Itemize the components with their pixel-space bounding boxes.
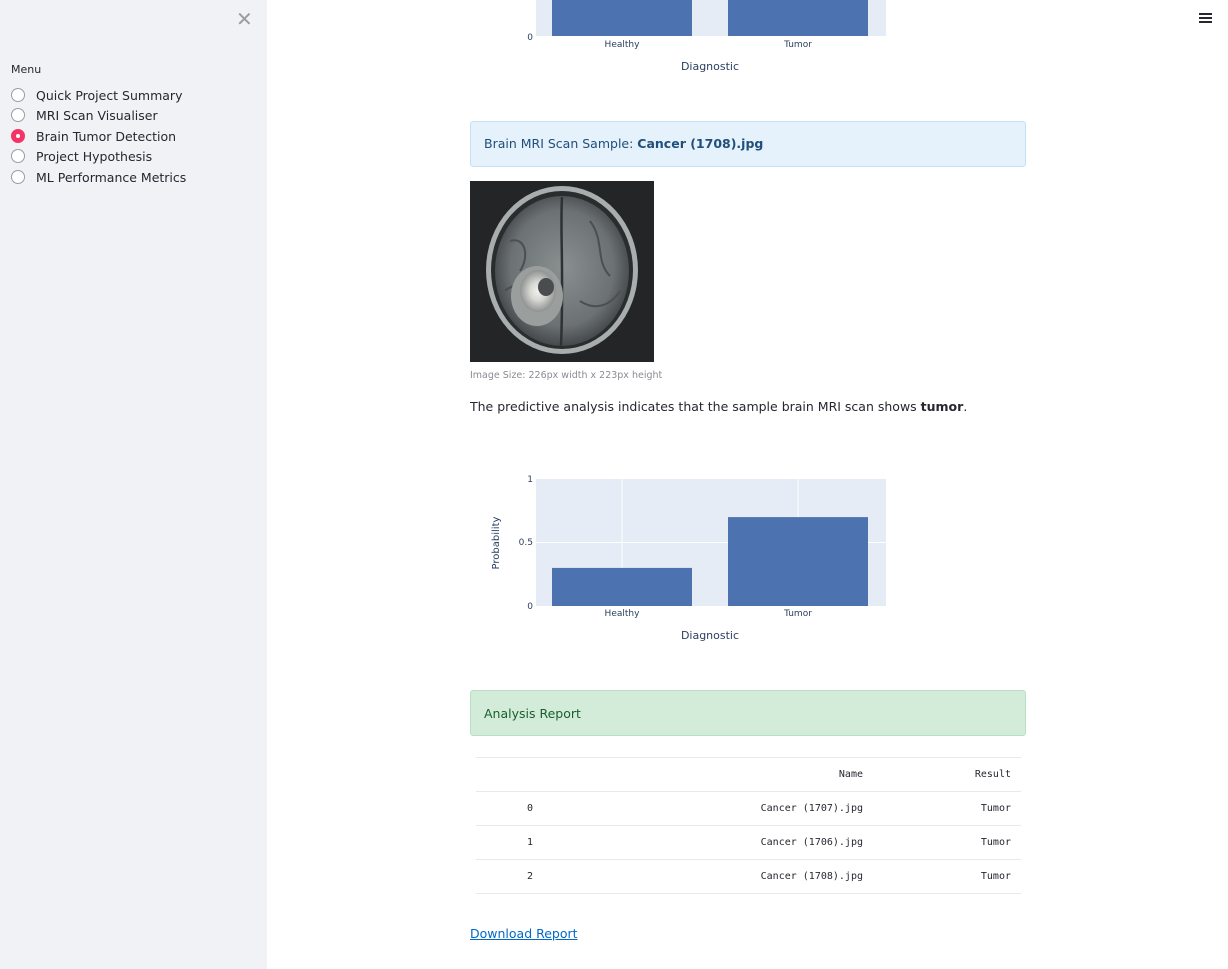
prediction-sentence: The predictive analysis indicates that t… [470, 399, 921, 414]
table-row: 0 Cancer (1707).jpg Tumor [476, 791, 1021, 826]
x-tick-label: Healthy [605, 609, 641, 619]
y-axis-title: Probability [491, 516, 502, 569]
column-header-name[interactable]: Name [585, 757, 863, 792]
prediction-value: tumor [920, 399, 964, 414]
radio-label: Project Hypothesis [36, 148, 153, 164]
probability-chart-partial: 0 Healthy Tumor Diagnostic [527, 0, 886, 73]
radio-circle-icon[interactable] [11, 149, 25, 163]
y-tick-label: 1 [527, 475, 533, 485]
image-caption: Image Size: 226px width x 223px height [470, 370, 663, 381]
table-row: 2 Cancer (1708).jpg Tumor [476, 859, 1021, 894]
x-tick-label: Tumor [783, 609, 812, 619]
radio-brain-tumor-detection[interactable]: Brain Tumor Detection [11, 127, 176, 145]
sidebar: ✕ Menu Quick Project Summary MRI Scan Vi… [0, 0, 267, 969]
cell-name: Cancer (1708).jpg [585, 859, 863, 894]
radio-project-hypothesis[interactable]: Project Hypothesis [11, 147, 152, 165]
radio-quick-project-summary[interactable]: Quick Project Summary [11, 86, 182, 104]
bar-tumor[interactable] [728, 0, 868, 36]
cell-result: Tumor [863, 791, 1021, 826]
row-index: 2 [476, 859, 585, 894]
radio-mri-scan-visualiser[interactable]: MRI Scan Visualiser [11, 106, 158, 124]
radio-circle-icon[interactable] [11, 88, 25, 102]
radio-label: ML Performance Metrics [36, 169, 187, 185]
sample-filename: Cancer (1708).jpg [637, 136, 764, 151]
sample-info-box: Brain MRI Scan Sample: Cancer (1708).jpg [470, 121, 1026, 167]
prediction-suffix: . [963, 399, 968, 414]
hamburger-menu-icon[interactable] [1199, 13, 1212, 24]
mri-scan-image [470, 181, 654, 362]
prediction-text: The predictive analysis indicates that t… [470, 399, 967, 414]
row-index: 1 [476, 825, 585, 860]
analysis-report-box: Analysis Report [470, 690, 1026, 736]
radio-label: MRI Scan Visualiser [36, 107, 158, 123]
column-header-result[interactable]: Result [863, 757, 1021, 792]
column-header[interactable] [476, 757, 585, 792]
bar-healthy[interactable] [552, 567, 692, 606]
download-report-link[interactable]: Download Report [470, 926, 578, 941]
radio-label: Quick Project Summary [36, 87, 183, 103]
probability-chart: 1 0.5 0 Healthy Tumor Diagnostic Probabi… [491, 475, 886, 642]
bar-tumor[interactable] [728, 517, 868, 606]
y-tick-label: 0.5 [519, 538, 533, 548]
cell-name: Cancer (1706).jpg [585, 825, 863, 860]
radio-label: Brain Tumor Detection [36, 128, 177, 144]
x-tick-label: Healthy [605, 40, 641, 50]
x-tick-label: Tumor [783, 40, 812, 50]
menu-label: Menu [11, 63, 42, 76]
x-axis-title: Diagnostic [681, 60, 739, 73]
y-tick-label: 0 [527, 602, 533, 612]
sample-prefix: Brain MRI Scan Sample: [484, 136, 638, 151]
cell-result: Tumor [863, 825, 1021, 860]
close-sidebar-icon[interactable]: ✕ [236, 9, 253, 29]
table-row: 1 Cancer (1706).jpg Tumor [476, 825, 1021, 860]
table-header-row: Name Result [476, 757, 1021, 792]
radio-circle-icon[interactable] [11, 170, 25, 184]
radio-circle-icon[interactable] [11, 108, 25, 122]
cell-result: Tumor [863, 859, 1021, 894]
cell-name: Cancer (1707).jpg [585, 791, 863, 826]
radio-ml-performance-metrics[interactable]: ML Performance Metrics [11, 168, 186, 186]
y-tick-label: 0 [527, 33, 533, 43]
radio-selected-icon[interactable] [11, 129, 25, 143]
row-index: 0 [476, 791, 585, 826]
bar-healthy[interactable] [552, 0, 692, 36]
x-axis-title: Diagnostic [681, 629, 739, 642]
report-table: Name Result 0 Cancer (1707).jpg Tumor 1 … [476, 757, 1021, 894]
